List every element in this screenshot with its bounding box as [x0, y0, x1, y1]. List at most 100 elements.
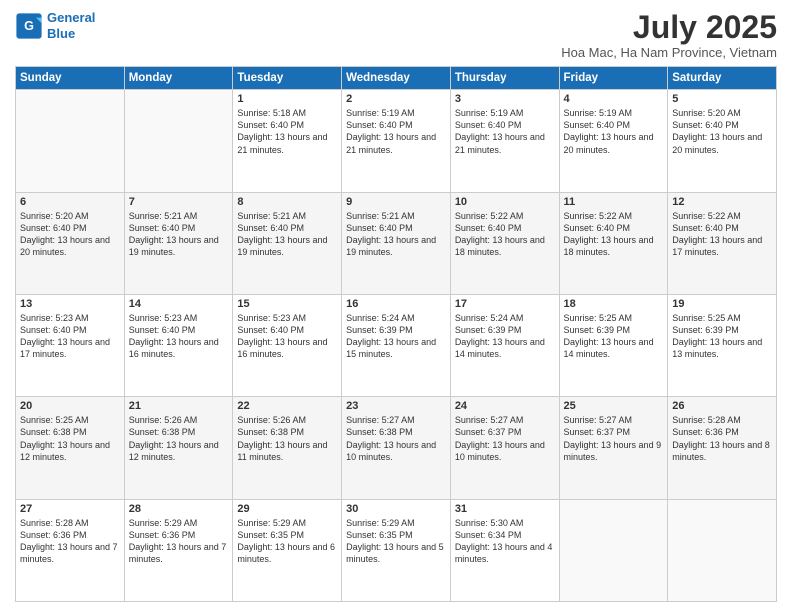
- subtitle: Hoa Mac, Ha Nam Province, Vietnam: [561, 45, 777, 60]
- day-info: Sunrise: 5:19 AM Sunset: 6:40 PM Dayligh…: [455, 107, 555, 156]
- day-info: Sunrise: 5:20 AM Sunset: 6:40 PM Dayligh…: [20, 210, 120, 259]
- day-info: Sunrise: 5:29 AM Sunset: 6:36 PM Dayligh…: [129, 517, 229, 566]
- day-number: 4: [564, 93, 664, 105]
- title-block: July 2025 Hoa Mac, Ha Nam Province, Viet…: [561, 10, 777, 60]
- day-number: 21: [129, 400, 229, 412]
- week-row-2: 6 Sunrise: 5:20 AM Sunset: 6:40 PM Daylig…: [16, 192, 777, 294]
- calendar-cell: 23 Sunrise: 5:27 AM Sunset: 6:38 PM Dayli…: [342, 397, 451, 499]
- day-info: Sunrise: 5:29 AM Sunset: 6:35 PM Dayligh…: [346, 517, 446, 566]
- calendar-cell: 1 Sunrise: 5:18 AM Sunset: 6:40 PM Daylig…: [233, 90, 342, 192]
- day-number: 14: [129, 298, 229, 310]
- day-number: 28: [129, 503, 229, 515]
- week-row-5: 27 Sunrise: 5:28 AM Sunset: 6:36 PM Dayli…: [16, 499, 777, 601]
- calendar-cell: 22 Sunrise: 5:26 AM Sunset: 6:38 PM Dayli…: [233, 397, 342, 499]
- svg-text:G: G: [24, 19, 34, 33]
- calendar-cell: 28 Sunrise: 5:29 AM Sunset: 6:36 PM Dayli…: [124, 499, 233, 601]
- day-info: Sunrise: 5:29 AM Sunset: 6:35 PM Dayligh…: [237, 517, 337, 566]
- calendar-table: SundayMondayTuesdayWednesdayThursdayFrid…: [15, 66, 777, 602]
- calendar-cell: 21 Sunrise: 5:26 AM Sunset: 6:38 PM Dayli…: [124, 397, 233, 499]
- day-header-wednesday: Wednesday: [342, 67, 451, 90]
- day-info: Sunrise: 5:23 AM Sunset: 6:40 PM Dayligh…: [237, 312, 337, 361]
- day-number: 9: [346, 196, 446, 208]
- day-info: Sunrise: 5:26 AM Sunset: 6:38 PM Dayligh…: [129, 414, 229, 463]
- day-number: 25: [564, 400, 664, 412]
- day-number: 10: [455, 196, 555, 208]
- day-info: Sunrise: 5:24 AM Sunset: 6:39 PM Dayligh…: [346, 312, 446, 361]
- day-info: Sunrise: 5:25 AM Sunset: 6:38 PM Dayligh…: [20, 414, 120, 463]
- day-number: 27: [20, 503, 120, 515]
- main-title: July 2025: [561, 10, 777, 45]
- day-info: Sunrise: 5:18 AM Sunset: 6:40 PM Dayligh…: [237, 107, 337, 156]
- day-number: 13: [20, 298, 120, 310]
- calendar-cell: 25 Sunrise: 5:27 AM Sunset: 6:37 PM Dayli…: [559, 397, 668, 499]
- day-number: 20: [20, 400, 120, 412]
- day-info: Sunrise: 5:27 AM Sunset: 6:37 PM Dayligh…: [564, 414, 664, 463]
- day-number: 1: [237, 93, 337, 105]
- day-info: Sunrise: 5:19 AM Sunset: 6:40 PM Dayligh…: [346, 107, 446, 156]
- day-info: Sunrise: 5:21 AM Sunset: 6:40 PM Dayligh…: [237, 210, 337, 259]
- day-number: 22: [237, 400, 337, 412]
- day-header-sunday: Sunday: [16, 67, 125, 90]
- day-info: Sunrise: 5:24 AM Sunset: 6:39 PM Dayligh…: [455, 312, 555, 361]
- calendar-cell: 26Sunrise: 5:28 AM Sunset: 6:36 PM Dayli…: [668, 397, 777, 499]
- calendar-cell: [16, 90, 125, 192]
- day-number: 5: [672, 93, 772, 105]
- day-info: Sunrise: 5:21 AM Sunset: 6:40 PM Dayligh…: [346, 210, 446, 259]
- day-number: 23: [346, 400, 446, 412]
- day-info: Sunrise: 5:22 AM Sunset: 6:40 PM Dayligh…: [564, 210, 664, 259]
- calendar-cell: 6 Sunrise: 5:20 AM Sunset: 6:40 PM Daylig…: [16, 192, 125, 294]
- day-number: 2: [346, 93, 446, 105]
- calendar-cell: 14 Sunrise: 5:23 AM Sunset: 6:40 PM Dayli…: [124, 294, 233, 396]
- day-number: 30: [346, 503, 446, 515]
- logo: G General Blue: [15, 10, 95, 41]
- week-row-4: 20 Sunrise: 5:25 AM Sunset: 6:38 PM Dayli…: [16, 397, 777, 499]
- calendar-cell: 2 Sunrise: 5:19 AM Sunset: 6:40 PM Daylig…: [342, 90, 451, 192]
- day-info: Sunrise: 5:20 AM Sunset: 6:40 PM Dayligh…: [672, 107, 772, 156]
- day-info: Sunrise: 5:28 AM Sunset: 6:36 PM Dayligh…: [20, 517, 120, 566]
- calendar-cell: 13Sunrise: 5:23 AM Sunset: 6:40 PM Dayli…: [16, 294, 125, 396]
- day-info: Sunrise: 5:25 AM Sunset: 6:39 PM Dayligh…: [672, 312, 772, 361]
- day-number: 19: [672, 298, 772, 310]
- logo-blue: Blue: [47, 26, 75, 41]
- day-header-tuesday: Tuesday: [233, 67, 342, 90]
- calendar-cell: 3 Sunrise: 5:19 AM Sunset: 6:40 PM Daylig…: [450, 90, 559, 192]
- day-info: Sunrise: 5:23 AM Sunset: 6:40 PM Dayligh…: [129, 312, 229, 361]
- day-number: 3: [455, 93, 555, 105]
- calendar-cell: 11 Sunrise: 5:22 AM Sunset: 6:40 PM Dayli…: [559, 192, 668, 294]
- calendar-cell: [559, 499, 668, 601]
- calendar-cell: 24 Sunrise: 5:27 AM Sunset: 6:37 PM Dayli…: [450, 397, 559, 499]
- calendar-cell: 27 Sunrise: 5:28 AM Sunset: 6:36 PM Dayli…: [16, 499, 125, 601]
- day-number: 6: [20, 196, 120, 208]
- day-number: 15: [237, 298, 337, 310]
- day-info: Sunrise: 5:27 AM Sunset: 6:37 PM Dayligh…: [455, 414, 555, 463]
- day-info: Sunrise: 5:21 AM Sunset: 6:40 PM Dayligh…: [129, 210, 229, 259]
- calendar-header-row: SundayMondayTuesdayWednesdayThursdayFrid…: [16, 67, 777, 90]
- day-number: 17: [455, 298, 555, 310]
- page: G General Blue July 2025 Hoa Mac, Ha Nam…: [0, 0, 792, 612]
- day-number: 31: [455, 503, 555, 515]
- calendar-cell: 8Sunrise: 5:21 AM Sunset: 6:40 PM Daylig…: [233, 192, 342, 294]
- day-info: Sunrise: 5:26 AM Sunset: 6:38 PM Dayligh…: [237, 414, 337, 463]
- day-info: Sunrise: 5:27 AM Sunset: 6:38 PM Dayligh…: [346, 414, 446, 463]
- calendar-cell: 17 Sunrise: 5:24 AM Sunset: 6:39 PM Dayli…: [450, 294, 559, 396]
- logo-icon: G: [15, 12, 43, 40]
- day-number: 24: [455, 400, 555, 412]
- calendar-cell: 5 Sunrise: 5:20 AM Sunset: 6:40 PM Daylig…: [668, 90, 777, 192]
- calendar-cell: 10Sunrise: 5:22 AM Sunset: 6:40 PM Dayli…: [450, 192, 559, 294]
- day-number: 11: [564, 196, 664, 208]
- calendar-cell: 20 Sunrise: 5:25 AM Sunset: 6:38 PM Dayli…: [16, 397, 125, 499]
- calendar-cell: 16Sunrise: 5:24 AM Sunset: 6:39 PM Dayli…: [342, 294, 451, 396]
- day-header-thursday: Thursday: [450, 67, 559, 90]
- day-header-monday: Monday: [124, 67, 233, 90]
- day-header-friday: Friday: [559, 67, 668, 90]
- day-info: Sunrise: 5:28 AM Sunset: 6:36 PM Dayligh…: [672, 414, 772, 463]
- calendar-cell: 29Sunrise: 5:29 AM Sunset: 6:35 PM Dayli…: [233, 499, 342, 601]
- day-number: 12: [672, 196, 772, 208]
- day-info: Sunrise: 5:19 AM Sunset: 6:40 PM Dayligh…: [564, 107, 664, 156]
- logo-general: General: [47, 10, 95, 25]
- calendar-cell: 31Sunrise: 5:30 AM Sunset: 6:34 PM Dayli…: [450, 499, 559, 601]
- calendar-cell: 9 Sunrise: 5:21 AM Sunset: 6:40 PM Daylig…: [342, 192, 451, 294]
- calendar-cell: [124, 90, 233, 192]
- calendar-cell: 7Sunrise: 5:21 AM Sunset: 6:40 PM Daylig…: [124, 192, 233, 294]
- calendar-cell: [668, 499, 777, 601]
